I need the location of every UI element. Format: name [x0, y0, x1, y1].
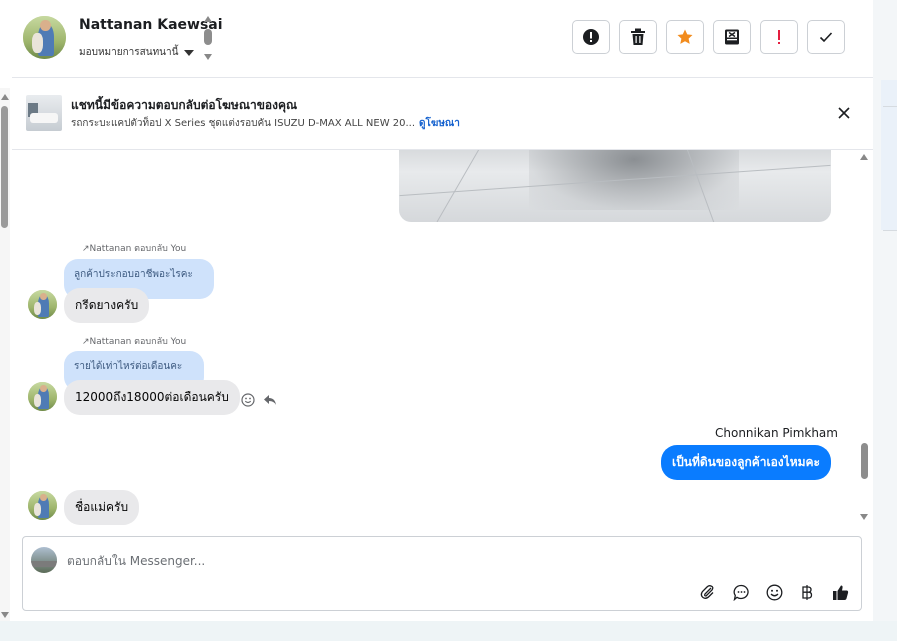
check-icon: [819, 32, 833, 43]
important-button[interactable]: [760, 20, 798, 54]
assign-label: มอบหมายการสนทนานี้: [79, 47, 179, 58]
send-like-button[interactable]: [829, 581, 851, 603]
image-attachment[interactable]: [399, 150, 831, 222]
contact-avatar[interactable]: [28, 290, 57, 319]
reply-meta: ↗Nattanan ตอบกลับ You: [82, 337, 187, 347]
view-ad-link[interactable]: ดูโฆษณา: [419, 118, 460, 129]
saved-reply-icon: [733, 584, 749, 601]
assign-conversation-dropdown[interactable]: มอบหมายการสนทนานี้: [79, 45, 195, 60]
composer-toolbar: [697, 581, 851, 603]
archive-x-icon: [725, 29, 739, 45]
reply-arrow-icon: ↗: [82, 244, 90, 254]
contact-avatar[interactable]: [28, 382, 57, 411]
reply-icon: [264, 395, 276, 405]
exclamation-icon: [778, 30, 780, 44]
outgoing-message[interactable]: เป็นที่ดินของลูกค้าเองไหมคะ: [661, 445, 831, 480]
baht-icon: [802, 584, 813, 600]
saved-replies-button[interactable]: [730, 581, 752, 603]
ad-reply-banner: แชทนี้มีข้อความตอบกลับต่อโฆษณาของคุณ รถก…: [12, 78, 873, 150]
contact-avatar[interactable]: [28, 491, 57, 520]
payment-button[interactable]: [796, 581, 818, 603]
conversation-header: Nattanan Kaewsai มอบหมายการสนทนานี้: [12, 0, 873, 78]
page-footer-area: [0, 621, 897, 641]
page-scrollbar[interactable]: [0, 88, 10, 621]
message-list: ↗Nattanan ตอบกลับ You ลูกค้าประกอบอาชีพอ…: [12, 150, 873, 530]
ad-banner-title: แชทนี้มีข้อความตอบกลับต่อโฆษณาของคุณ: [71, 98, 298, 112]
scroll-up-arrow-icon[interactable]: [860, 154, 868, 160]
message-composer: [22, 536, 862, 611]
sender-name: Chonnikan Pimkham: [715, 426, 838, 440]
right-panel-highlight: [881, 80, 897, 230]
done-button[interactable]: [807, 20, 845, 54]
star-icon: [677, 29, 693, 44]
divider: [883, 106, 897, 107]
reply-button[interactable]: [262, 392, 278, 408]
header-scrollbar-thumb[interactable]: [204, 29, 212, 45]
incoming-message[interactable]: ชื่อแม่ครับ: [64, 490, 140, 525]
star-button[interactable]: [666, 20, 704, 54]
ad-banner-subtitle: รถกระบะแคปตัวท็อป X Series ชุดแต่งรอบคัน…: [71, 116, 460, 131]
reply-input[interactable]: [67, 551, 767, 571]
ad-thumbnail[interactable]: [26, 95, 62, 131]
header-scrollbar[interactable]: [202, 16, 214, 62]
reply-arrow-icon: ↗: [82, 337, 90, 347]
emoji-icon: [766, 584, 782, 600]
alert-circle-icon: [583, 29, 599, 45]
scroll-up-arrow-icon[interactable]: [204, 16, 212, 22]
right-panel-edge: [873, 0, 897, 641]
ad-description: รถกระบะแคปตัวท็อป X Series ชุดแต่งรอบคัน…: [71, 118, 416, 129]
scroll-down-arrow-icon[interactable]: [1, 612, 9, 618]
thumbs-up-icon: [832, 585, 848, 600]
contact-avatar[interactable]: [23, 16, 66, 59]
delete-button[interactable]: [619, 20, 657, 54]
scroll-up-arrow-icon[interactable]: [1, 94, 9, 100]
react-emoji-button[interactable]: [240, 392, 256, 408]
scroll-down-arrow-icon[interactable]: [204, 54, 212, 60]
mark-spam-button[interactable]: [572, 20, 610, 54]
message-scrollbar-thumb[interactable]: [861, 443, 868, 479]
attachment-icon: [700, 585, 714, 599]
divider: [883, 230, 897, 231]
conversation-panel: Nattanan Kaewsai มอบหมายการสนทนานี้ แชทน…: [0, 0, 873, 621]
conversation-toolbar: [572, 20, 845, 54]
emoji-button[interactable]: [763, 581, 785, 603]
incoming-message[interactable]: 12000ถึง18000ต่อเดือนครับ: [64, 380, 240, 415]
archive-button[interactable]: [713, 20, 751, 54]
attach-file-button[interactable]: [697, 581, 719, 603]
emoji-icon: [241, 393, 255, 407]
page-avatar: [31, 547, 57, 573]
caret-down-icon: [184, 49, 195, 56]
scroll-down-arrow-icon[interactable]: [860, 514, 868, 520]
incoming-message[interactable]: กรีดยางครับ: [64, 288, 150, 323]
reply-meta: ↗Nattanan ตอบกลับ You: [82, 244, 187, 254]
trash-icon: [631, 28, 645, 45]
message-scrollbar[interactable]: [856, 150, 873, 526]
close-banner-button[interactable]: [833, 102, 855, 124]
close-icon: [838, 107, 850, 119]
page-scrollbar-thumb[interactable]: [1, 106, 8, 228]
